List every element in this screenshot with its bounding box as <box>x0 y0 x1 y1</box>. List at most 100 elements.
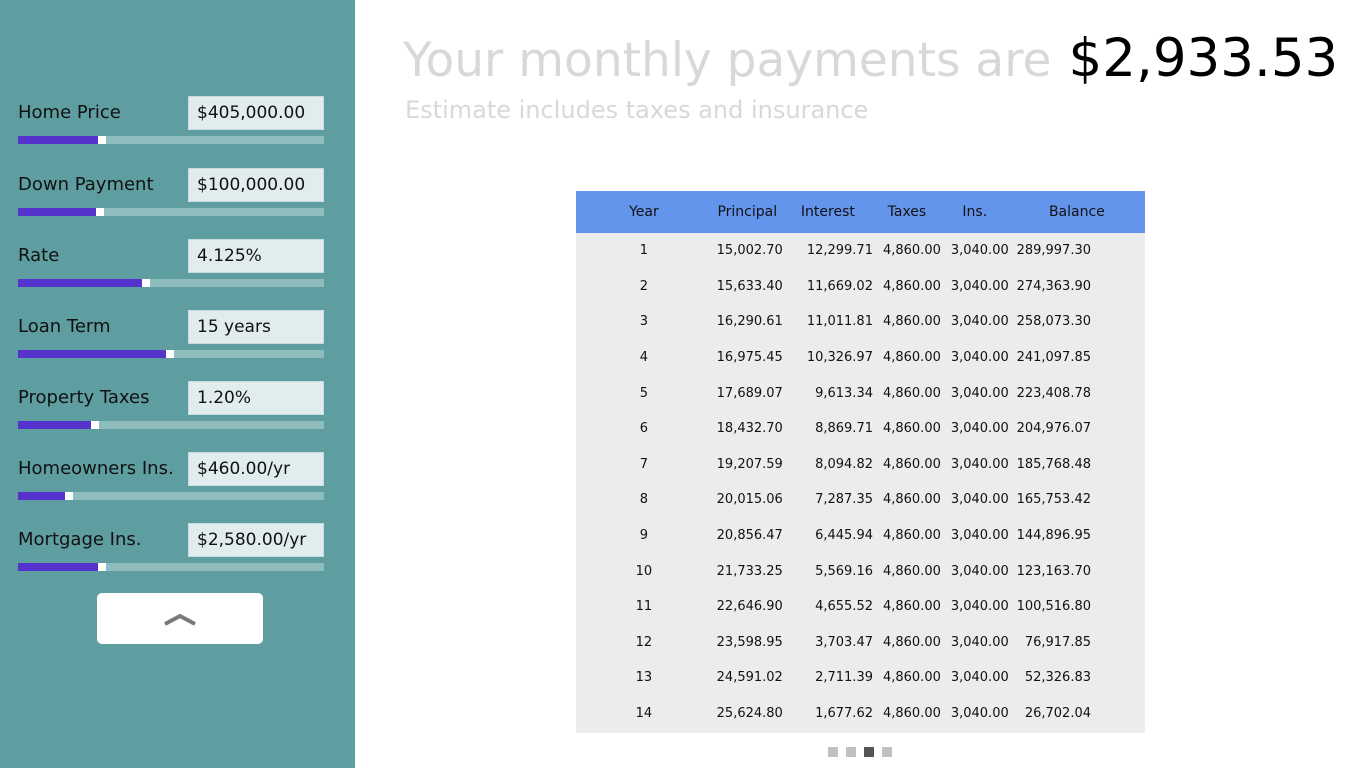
cell-taxes: 4,860.00 <box>882 278 941 294</box>
cell-taxes: 4,860.00 <box>882 243 941 259</box>
cell-balance: 52,326.83 <box>1024 670 1091 686</box>
down-payment-input[interactable]: $100,000.00 <box>188 168 324 202</box>
cell-balance: 100,516.80 <box>1016 599 1091 615</box>
cell-principal: 18,432.70 <box>716 421 783 437</box>
rate-slider-thumb[interactable] <box>142 279 150 287</box>
field-rate: Rate 4.125% <box>18 239 324 289</box>
page-dot[interactable] <box>828 747 838 757</box>
table-row: 12 23,598.95 3,703.47 4,860.00 3,040.00 76,91… <box>576 625 1145 661</box>
cell-interest: 9,613.34 <box>815 385 873 401</box>
cell-ins: 3,040.00 <box>950 278 1009 294</box>
home-price-slider[interactable] <box>18 136 324 144</box>
cell-year: 10 <box>635 563 653 579</box>
home-price-label: Home Price <box>18 102 121 123</box>
cell-taxes: 4,860.00 <box>882 314 941 330</box>
col-header-year: Year <box>629 204 659 220</box>
cell-balance: 26,702.04 <box>1024 706 1091 722</box>
cell-balance: 274,363.90 <box>1016 278 1091 294</box>
loan-term-slider[interactable] <box>18 350 324 358</box>
cell-taxes: 4,860.00 <box>882 563 941 579</box>
homeowners-ins-label: Homeowners Ins. <box>18 458 174 479</box>
col-header-principal: Principal <box>717 204 778 220</box>
rate-slider[interactable] <box>18 279 324 287</box>
col-header-interest: Interest <box>800 204 855 220</box>
main-panel: Your monthly payments are $2,933.53 Esti… <box>355 0 1366 768</box>
property-taxes-input[interactable]: 1.20% <box>188 381 324 415</box>
cell-year: 13 <box>635 670 653 686</box>
page-dot[interactable] <box>846 747 856 757</box>
cell-ins: 3,040.00 <box>950 563 1009 579</box>
mortgage-ins-slider[interactable] <box>18 563 324 571</box>
field-down-payment: Down Payment $100,000.00 <box>18 168 324 218</box>
cell-principal: 16,290.61 <box>716 314 783 330</box>
sidebar: Home Price $405,000.00 Down Payment $100,00… <box>0 0 355 768</box>
rate-input[interactable]: 4.125% <box>188 239 324 273</box>
cell-taxes: 4,860.00 <box>882 492 941 508</box>
cell-ins: 3,040.00 <box>950 421 1009 437</box>
loan-term-input[interactable]: 15 years <box>188 310 324 344</box>
cell-interest: 3,703.47 <box>815 634 873 650</box>
down-payment-slider-fill <box>18 208 96 216</box>
home-price-slider-fill <box>18 136 98 144</box>
cell-year: 8 <box>639 492 649 508</box>
cell-taxes: 4,860.00 <box>882 706 941 722</box>
cell-principal: 15,002.70 <box>716 243 783 259</box>
cell-ins: 3,040.00 <box>950 456 1009 472</box>
mortgage-ins-input[interactable]: $2,580.00/yr <box>188 523 324 557</box>
cell-year: 14 <box>635 706 653 722</box>
cell-interest: 10,326.97 <box>806 350 873 366</box>
field-property-taxes: Property Taxes 1.20% <box>18 381 324 431</box>
down-payment-slider[interactable] <box>18 208 324 216</box>
table-row: 6 18,432.70 8,869.71 4,860.00 3,040.00 204,97… <box>576 411 1145 447</box>
table-row: 1 15,002.70 12,299.71 4,860.00 3,040.00 289,9… <box>576 233 1145 269</box>
homeowners-ins-input[interactable]: $460.00/yr <box>188 452 324 486</box>
cell-ins: 3,040.00 <box>950 314 1009 330</box>
cell-taxes: 4,860.00 <box>882 350 941 366</box>
home-price-slider-thumb[interactable] <box>98 136 106 144</box>
cell-interest: 1,677.62 <box>815 706 873 722</box>
table-row: 4 16,975.45 10,326.97 4,860.00 3,040.00 241,0… <box>576 340 1145 376</box>
cell-balance: 204,976.07 <box>1016 421 1091 437</box>
field-homeowners-ins: Homeowners Ins. $460.00/yr <box>18 452 324 502</box>
cell-taxes: 4,860.00 <box>882 599 941 615</box>
cell-principal: 23,598.95 <box>716 634 783 650</box>
cell-principal: 15,633.40 <box>716 278 783 294</box>
cell-principal: 24,591.02 <box>716 670 783 686</box>
cell-year: 4 <box>639 350 649 366</box>
cell-principal: 21,733.25 <box>716 563 783 579</box>
cell-principal: 20,015.06 <box>716 492 783 508</box>
property-taxes-slider[interactable] <box>18 421 324 429</box>
cell-ins: 3,040.00 <box>950 599 1009 615</box>
page-dot[interactable] <box>864 747 874 757</box>
mortgage-ins-slider-thumb[interactable] <box>98 563 106 571</box>
page-dot[interactable] <box>882 747 892 757</box>
down-payment-slider-thumb[interactable] <box>96 208 104 216</box>
cell-taxes: 4,860.00 <box>882 528 941 544</box>
cell-balance: 185,768.48 <box>1016 456 1091 472</box>
cell-year: 1 <box>639 243 649 259</box>
cell-ins: 3,040.00 <box>950 243 1009 259</box>
home-price-input[interactable]: $405,000.00 <box>188 96 324 130</box>
cell-year: 7 <box>639 456 649 472</box>
headline-prefix: Your monthly payments are <box>403 33 1052 88</box>
cell-principal: 16,975.45 <box>716 350 783 366</box>
loan-term-slider-fill <box>18 350 166 358</box>
cell-interest: 11,669.02 <box>806 278 873 294</box>
homeowners-ins-slider[interactable] <box>18 492 324 500</box>
homeowners-ins-slider-thumb[interactable] <box>65 492 73 500</box>
monthly-payment-amount: $2,933.53 <box>1068 28 1339 89</box>
cell-ins: 3,040.00 <box>950 634 1009 650</box>
property-taxes-slider-thumb[interactable] <box>91 421 99 429</box>
col-header-balance: Balance <box>1048 204 1105 220</box>
table-header-row: Year Principal Interest Taxes Ins. Balan… <box>576 191 1145 233</box>
collapse-button[interactable] <box>97 593 263 644</box>
estimate-subtitle: Estimate includes taxes and insurance <box>405 96 869 124</box>
cell-interest: 8,869.71 <box>815 421 873 437</box>
cell-year: 11 <box>635 599 653 615</box>
loan-term-slider-thumb[interactable] <box>166 350 174 358</box>
cell-interest: 7,287.35 <box>815 492 873 508</box>
cell-balance: 258,073.30 <box>1016 314 1091 330</box>
amortization-table: Year Principal Interest Taxes Ins. Balan… <box>576 191 1145 731</box>
table-row: 11 22,646.90 4,655.52 4,860.00 3,040.00 100,5… <box>576 589 1145 625</box>
field-home-price: Home Price $405,000.00 <box>18 96 324 146</box>
